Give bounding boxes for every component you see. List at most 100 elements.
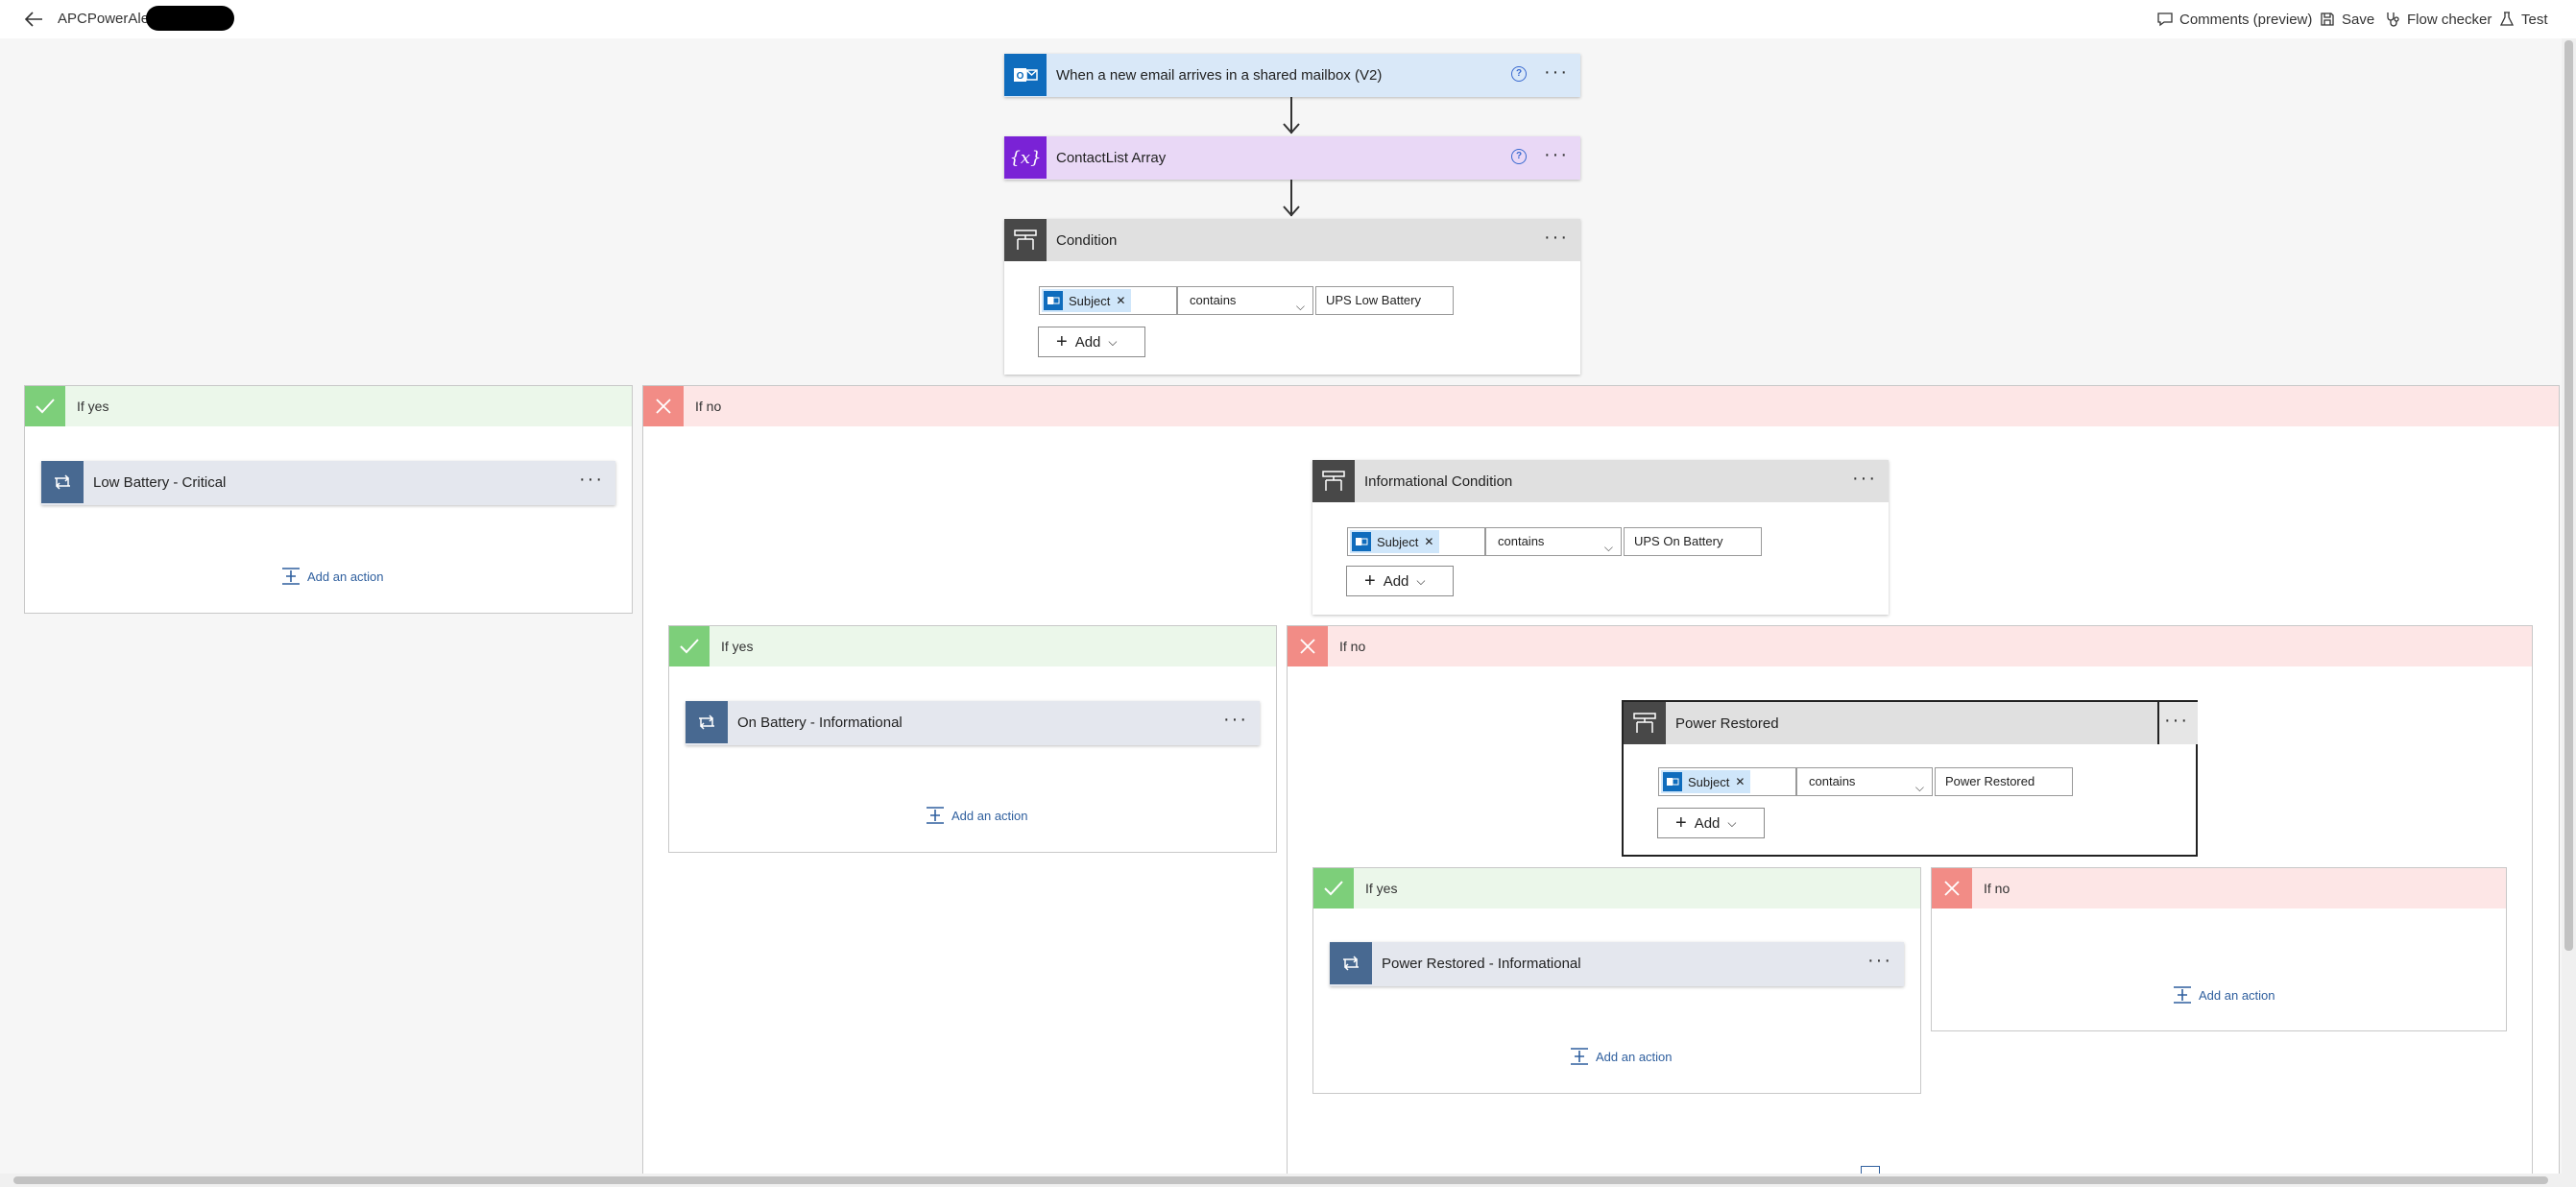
back-arrow-icon[interactable] — [23, 10, 44, 29]
branch-label: If no — [695, 399, 722, 414]
add-an-action-button[interactable]: Add an action — [1569, 1047, 1673, 1066]
condition-title: Condition — [1056, 231, 1118, 249]
operator-value: contains — [1190, 293, 1237, 307]
flow-checker-button[interactable]: Flow checker — [2384, 9, 2492, 30]
scrollbar-thumb[interactable] — [13, 1176, 2548, 1184]
operator-select[interactable]: contains ⌵ — [1177, 286, 1313, 315]
check-icon — [669, 626, 710, 666]
operator-value: contains — [1498, 534, 1545, 548]
contactlist-card[interactable]: {x} ContactList Array ? ··· — [1004, 136, 1580, 180]
action-title: On Battery - Informational — [737, 714, 903, 731]
operator-select[interactable]: contains ⌵ — [1485, 527, 1622, 556]
action-card[interactable]: Low Battery - Critical ··· — [41, 461, 615, 505]
token-label: Subject — [1688, 774, 1730, 789]
more-options-button[interactable]: ··· — [2157, 702, 2198, 744]
loop-icon — [1330, 942, 1372, 984]
top-bar: APCPowerAlert Comments (preview) Save Fl… — [0, 0, 2576, 38]
test-button[interactable]: Test — [2498, 9, 2548, 30]
add-condition-button[interactable]: + Add ⌵ — [1038, 327, 1145, 357]
plus-icon: + — [1056, 330, 1068, 352]
comments-button[interactable]: Comments (preview) — [2156, 9, 2312, 30]
add-label: Add — [1383, 572, 1409, 590]
add-label: Add — [1694, 814, 1721, 832]
horizontal-scrollbar[interactable] — [0, 1174, 2576, 1187]
action-title: Low Battery - Critical — [93, 473, 227, 491]
scrollbar-thumb[interactable] — [2564, 40, 2573, 951]
add-action-label: Add an action — [1596, 1049, 1673, 1064]
chevron-down-icon: ⌵ — [1108, 334, 1118, 349]
operator-value: contains — [1809, 774, 1856, 788]
add-an-action-button[interactable]: Add an action — [925, 806, 1028, 825]
check-icon — [1313, 868, 1354, 908]
remove-token-icon[interactable]: ✕ — [1735, 775, 1745, 788]
loop-icon — [41, 461, 84, 503]
add-action-label: Add an action — [951, 808, 1028, 823]
add-condition-button[interactable]: + Add ⌵ — [1657, 808, 1765, 838]
stethoscope-icon — [2387, 12, 2399, 27]
branch-label: If yes — [1365, 881, 1398, 896]
test-label: Test — [2521, 11, 2548, 28]
condition-value-input[interactable]: UPS On Battery — [1624, 527, 1762, 556]
loop-icon — [686, 701, 728, 743]
close-icon — [1932, 868, 1972, 908]
action-card[interactable]: On Battery - Informational ··· — [686, 701, 1260, 745]
token-label: Subject — [1377, 534, 1419, 549]
condition-value-input[interactable]: UPS Low Battery — [1315, 286, 1454, 315]
close-icon — [1288, 626, 1328, 666]
remove-token-icon[interactable]: ✕ — [1116, 294, 1125, 307]
save-button[interactable]: Save — [2319, 9, 2374, 30]
informational-condition-card[interactable]: Informational Condition ··· Subject ✕ con… — [1312, 460, 1889, 615]
more-options-icon[interactable]: ··· — [1867, 951, 1892, 970]
add-label: Add — [1074, 333, 1101, 351]
flask-icon — [2499, 12, 2515, 26]
power-restored-condition-card[interactable]: Power Restored ··· Subject ✕ contains ⌵ Po… — [1622, 700, 2198, 857]
condition-card[interactable]: Condition ··· Subject ✕ contains ⌵ UPS Low… — [1004, 219, 1580, 375]
condition-field[interactable]: Subject ✕ — [1658, 767, 1796, 796]
trigger-card[interactable]: O When a new email arrives in a shared m… — [1004, 54, 1580, 97]
help-icon[interactable]: ? — [1511, 149, 1527, 164]
more-options-icon[interactable]: ··· — [579, 470, 604, 489]
branch-no: If no Add an action — [1931, 867, 2507, 1031]
trigger-title: When a new email arrives in a shared mai… — [1056, 66, 1383, 84]
comment-icon — [2157, 12, 2173, 27]
save-icon — [2321, 12, 2334, 26]
more-options-icon[interactable]: ··· — [2164, 711, 2189, 730]
chevron-down-icon: ⌵ — [1727, 815, 1737, 830]
add-action-icon[interactable] — [1861, 1166, 1880, 1174]
action-card[interactable]: Power Restored - Informational ··· — [1330, 942, 1904, 986]
more-options-icon[interactable]: ··· — [1544, 228, 1569, 247]
variable-icon: {x} — [1004, 136, 1047, 179]
more-options-icon[interactable]: ··· — [1852, 469, 1877, 488]
more-options-icon[interactable]: ··· — [1544, 62, 1569, 82]
help-icon[interactable]: ? — [1511, 66, 1527, 82]
condition-value-input[interactable]: Power Restored — [1935, 767, 2073, 796]
condition-field[interactable]: Subject ✕ — [1039, 286, 1177, 315]
condition-icon — [1004, 219, 1047, 261]
add-action-label: Add an action — [307, 569, 384, 584]
branch-label: If no — [1984, 881, 2010, 896]
branch-label: If no — [1339, 639, 1366, 654]
plus-icon: + — [1675, 812, 1687, 834]
contactlist-title: ContactList Array — [1056, 149, 1167, 166]
comments-label: Comments (preview) — [2179, 11, 2313, 28]
add-an-action-button[interactable]: Add an action — [2172, 985, 2275, 1005]
add-condition-button[interactable]: + Add ⌵ — [1346, 566, 1454, 596]
arrow-head-icon — [1283, 206, 1300, 217]
check-icon — [25, 386, 65, 426]
condition-field[interactable]: Subject ✕ — [1347, 527, 1485, 556]
flow-checker-label: Flow checker — [2407, 11, 2492, 28]
more-options-icon[interactable]: ··· — [1223, 710, 1248, 729]
operator-select[interactable]: contains ⌵ — [1796, 767, 1933, 796]
remove-token-icon[interactable]: ✕ — [1424, 535, 1433, 548]
branch-label: If yes — [77, 399, 109, 414]
vertical-scrollbar[interactable] — [2562, 38, 2576, 1174]
outlook-icon — [1663, 772, 1682, 791]
condition-title: Power Restored — [1675, 715, 1779, 732]
chevron-down-icon: ⌵ — [1603, 541, 1613, 554]
condition-icon — [1312, 460, 1355, 502]
more-options-icon[interactable]: ··· — [1544, 145, 1569, 164]
branch-label: If yes — [721, 639, 754, 654]
add-an-action-button[interactable]: Add an action — [280, 567, 384, 586]
token-label: Subject — [1069, 293, 1111, 308]
branch-yes: If yes Low Battery - Critical ··· Add an… — [24, 385, 633, 614]
